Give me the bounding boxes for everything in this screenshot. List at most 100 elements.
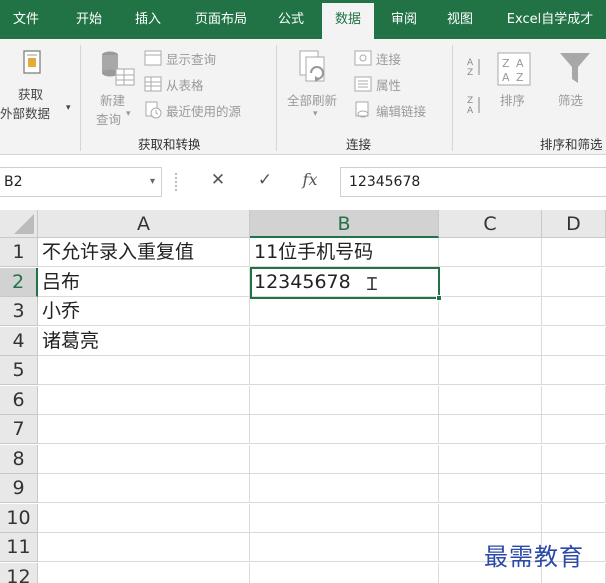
cell-a12[interactable] (38, 562, 250, 583)
row-header-11[interactable]: 11 (0, 533, 38, 562)
cell-a1[interactable]: 不允许录入重复值 (38, 238, 250, 267)
cell-c3[interactable] (439, 297, 542, 326)
row-header-9[interactable]: 9 (0, 474, 38, 503)
cell-d3[interactable] (542, 297, 606, 326)
cancel-icon[interactable]: ✕ (204, 165, 232, 195)
select-all-corner[interactable] (0, 210, 38, 238)
row-header-7[interactable]: 7 (0, 415, 38, 444)
insert-function-icon[interactable]: fx (296, 165, 324, 195)
sort-button[interactable]: 排序 (500, 90, 525, 109)
cell-d1[interactable] (542, 238, 606, 267)
external-data-icon (23, 50, 41, 74)
svg-text:Z: Z (516, 71, 524, 84)
cell-d8[interactable] (542, 444, 606, 474)
tab-data[interactable]: 数据 (322, 3, 374, 39)
recent-sources-button[interactable]: 最近使用的源 (166, 101, 241, 120)
cell-b8[interactable] (250, 444, 439, 474)
properties-button[interactable]: 属性 (376, 75, 401, 94)
name-box-value: B2 (4, 174, 23, 190)
tab-home[interactable]: 开始 (66, 0, 112, 39)
cell-d10[interactable] (542, 503, 606, 533)
cell-c2[interactable] (439, 267, 542, 297)
cell-b10[interactable] (250, 503, 439, 533)
from-table-button[interactable]: 从表格 (166, 75, 204, 94)
fill-handle[interactable] (436, 295, 442, 301)
formula-bar-grip[interactable] (175, 173, 177, 191)
edit-links-button[interactable]: 编辑链接 (376, 101, 426, 120)
cell-a3[interactable]: 小乔 (38, 297, 250, 326)
ribbon-tab-bar: 文件 开始 插入 页面布局 公式 数据 审阅 视图 Excel自学成才 (0, 0, 606, 39)
cell-c8[interactable] (439, 444, 542, 474)
cell-b12[interactable] (250, 562, 439, 583)
row-header-10[interactable]: 10 (0, 503, 38, 533)
tab-view[interactable]: 视图 (436, 0, 484, 39)
cell-a10[interactable] (38, 503, 250, 533)
new-query-line1[interactable]: 新建 (100, 90, 125, 109)
cell-c5[interactable] (439, 356, 542, 385)
cell-b4[interactable] (250, 326, 439, 356)
row-header-2[interactable]: 2 (0, 267, 38, 297)
chevron-down-icon: ▾ (66, 103, 71, 113)
show-queries-icon (144, 50, 162, 66)
column-header-c[interactable]: C (439, 210, 542, 238)
cell-c7[interactable] (439, 415, 542, 444)
connections-button[interactable]: 连接 (376, 49, 401, 68)
get-external-data-line2[interactable]: 外部数据 (0, 103, 50, 122)
cell-b2[interactable]: 12345678 (250, 267, 439, 297)
tab-file[interactable]: 文件 (2, 0, 50, 39)
cell-a2[interactable]: 吕布 (38, 267, 250, 297)
row-header-6[interactable]: 6 (0, 385, 38, 415)
cell-b1[interactable]: 11位手机号码 (250, 238, 439, 267)
column-header-d[interactable]: D (542, 210, 606, 238)
row-header-8[interactable]: 8 (0, 444, 38, 474)
column-header-b[interactable]: B (250, 210, 439, 238)
cell-a11[interactable] (38, 533, 250, 562)
cell-b5[interactable] (250, 356, 439, 385)
formula-input[interactable]: 12345678 (340, 167, 606, 197)
row-header-4[interactable]: 4 (0, 326, 38, 356)
cell-d6[interactable] (542, 385, 606, 415)
cell-c9[interactable] (439, 474, 542, 503)
cell-c1[interactable] (439, 238, 542, 267)
tab-page-layout[interactable]: 页面布局 (184, 0, 258, 39)
row-header-12[interactable]: 12 (0, 562, 38, 583)
show-queries-button[interactable]: 显示查询 (166, 49, 216, 68)
cell-a6[interactable] (38, 385, 250, 415)
cell-b6[interactable] (250, 385, 439, 415)
cell-d5[interactable] (542, 356, 606, 385)
row-header-3[interactable]: 3 (0, 297, 38, 326)
get-external-data-line1[interactable]: 获取 (18, 84, 43, 103)
cell-b3[interactable] (250, 297, 439, 326)
chevron-down-icon: ▾ (313, 109, 318, 119)
row-header-5[interactable]: 5 (0, 356, 38, 385)
row-header-1[interactable]: 1 (0, 238, 38, 267)
watermark: 最需教育 (484, 543, 584, 571)
enter-icon[interactable]: ✓ (251, 165, 279, 195)
cell-c4[interactable] (439, 326, 542, 356)
cell-a4[interactable]: 诸葛亮 (38, 326, 250, 356)
tab-formulas[interactable]: 公式 (268, 0, 314, 39)
filter-button[interactable]: 筛选 (558, 90, 583, 109)
cell-b11[interactable] (250, 533, 439, 562)
formula-bar: B2 ▾ ✕ ✓ fx 12345678 (0, 165, 606, 199)
cell-c6[interactable] (439, 385, 542, 415)
cell-a5[interactable] (38, 356, 250, 385)
cell-d7[interactable] (542, 415, 606, 444)
tab-excel-self-study[interactable]: Excel自学成才 (494, 0, 606, 39)
cell-d2[interactable] (542, 267, 606, 297)
refresh-all-button[interactable]: 全部刷新 (287, 90, 337, 109)
new-query-line2[interactable]: 查询 (96, 109, 121, 128)
cell-d4[interactable] (542, 326, 606, 356)
cell-a8[interactable] (38, 444, 250, 474)
tab-review[interactable]: 审阅 (382, 0, 426, 39)
cell-b7[interactable] (250, 415, 439, 444)
cell-b9[interactable] (250, 474, 439, 503)
cell-a9[interactable] (38, 474, 250, 503)
name-box[interactable]: B2 ▾ (0, 167, 162, 197)
cell-a7[interactable] (38, 415, 250, 444)
column-header-a[interactable]: A (38, 210, 250, 238)
tab-insert[interactable]: 插入 (124, 0, 172, 39)
chevron-down-icon[interactable]: ▾ (150, 168, 155, 196)
cell-c10[interactable] (439, 503, 542, 533)
cell-d9[interactable] (542, 474, 606, 503)
